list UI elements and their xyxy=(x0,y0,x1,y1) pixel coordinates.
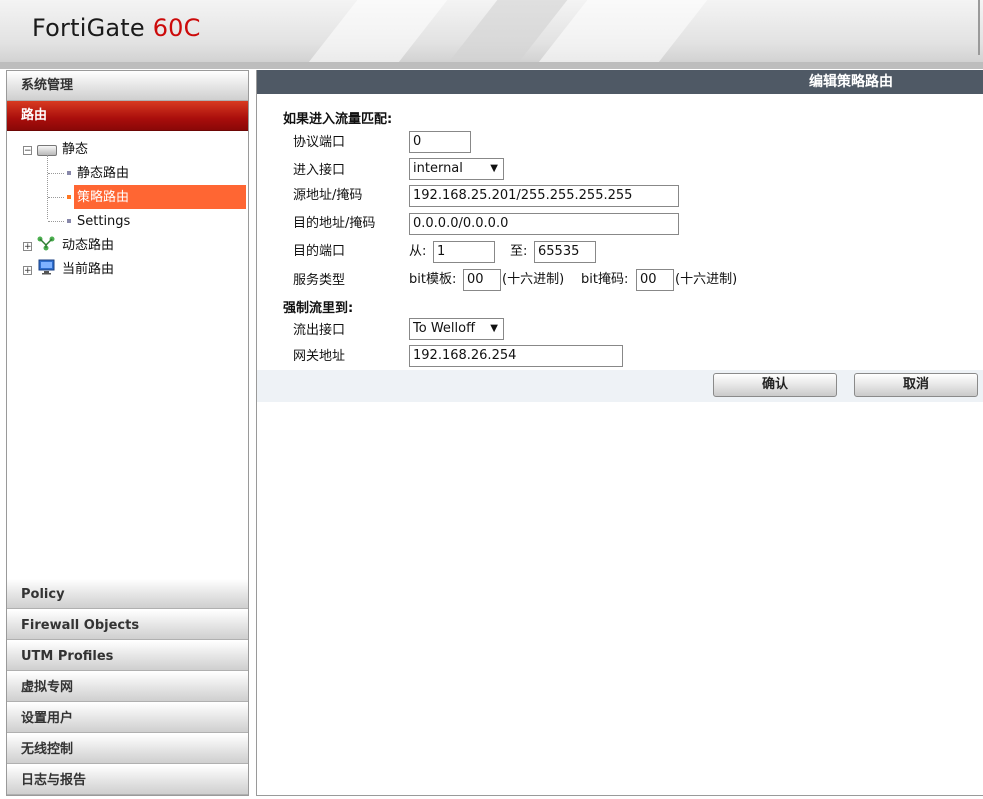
bit-pattern-input[interactable]: 00 xyxy=(463,269,501,291)
main-panel: 编辑策略路由 如果进入流量匹配: 协议端口 0 进入接口 internal ▼ … xyxy=(256,70,983,796)
ok-button[interactable]: 确认 xyxy=(713,373,837,397)
cancel-button[interactable]: 取消 xyxy=(854,373,978,397)
tree-node-dynamic-route[interactable]: 动态路由 xyxy=(62,236,114,256)
force-section-heading: 强制流里到: xyxy=(283,301,354,316)
brand-name: FortiGate xyxy=(32,14,153,42)
hex-hint-label: (十六进制) xyxy=(502,272,565,287)
sidebar-section-wireless[interactable]: 无线控制 xyxy=(7,733,248,764)
tree-line xyxy=(48,221,64,222)
expand-icon[interactable]: + xyxy=(23,242,32,252)
outgoing-interface-select[interactable]: To Welloff ▼ xyxy=(409,318,504,340)
destination-port-label: 目的端口 xyxy=(293,244,346,259)
panel-title: 编辑策略路由 xyxy=(257,70,983,94)
sidebar-section-log-report[interactable]: 日志与报告 xyxy=(7,764,248,795)
tree-line xyxy=(48,197,64,198)
port-from-input[interactable]: 1 xyxy=(433,241,495,263)
incoming-interface-label: 进入接口 xyxy=(293,163,346,178)
collapse-icon[interactable]: − xyxy=(23,146,32,156)
outgoing-interface-label: 流出接口 xyxy=(293,323,346,338)
dynamic-route-icon xyxy=(37,235,55,251)
top-banner: FortiGate 60C xyxy=(0,0,983,63)
port-to-input[interactable]: 65535 xyxy=(534,241,596,263)
tree-node-static[interactable]: 静态 xyxy=(62,140,88,160)
sidebar-section-user[interactable]: 设置用户 xyxy=(7,702,248,733)
sidebar-section-policy[interactable]: Policy xyxy=(7,578,248,609)
protocol-label: 协议端口 xyxy=(293,135,346,150)
banner-edge xyxy=(978,0,980,55)
match-section-heading: 如果进入流量匹配: xyxy=(283,112,393,127)
outgoing-interface-value: To Welloff xyxy=(413,321,476,336)
tree-item-static-route[interactable]: 静态路由 xyxy=(77,164,129,184)
tree-line xyxy=(48,173,64,174)
incoming-interface-select[interactable]: internal ▼ xyxy=(409,158,504,180)
incoming-interface-value: internal xyxy=(413,161,463,176)
port-to-label: 至: xyxy=(510,244,528,259)
sidebar-section-system[interactable]: 系统管理 xyxy=(7,71,248,101)
bit-mask-label: bit掩码: xyxy=(581,272,629,287)
monitor-icon xyxy=(38,259,55,275)
tos-label: 服务类型 xyxy=(293,273,346,288)
sidebar-section-utm-profiles[interactable]: UTM Profiles xyxy=(7,640,248,671)
source-address-label: 源地址/掩码 xyxy=(293,188,363,203)
dropdown-arrow-icon: ▼ xyxy=(490,323,498,334)
expand-icon[interactable]: + xyxy=(23,266,32,276)
button-bar: 确认 取消 xyxy=(257,370,983,402)
bullet-icon xyxy=(67,171,71,175)
tree-node-current-route[interactable]: 当前路由 xyxy=(62,260,114,280)
protocol-input[interactable]: 0 xyxy=(409,131,471,153)
gateway-label: 网关地址 xyxy=(293,349,346,364)
bullet-icon xyxy=(67,219,71,223)
sidebar-section-firewall-objects[interactable]: Firewall Objects xyxy=(7,609,248,640)
product-logo: FortiGate 60C xyxy=(32,14,201,42)
sidebar-section-vpn[interactable]: 虚拟专网 xyxy=(7,671,248,702)
header-separator xyxy=(0,62,983,69)
brand-model: 60C xyxy=(152,14,201,42)
source-address-input[interactable]: 192.168.25.201/255.255.255.255 xyxy=(409,185,679,207)
port-from-label: 从: xyxy=(409,244,427,259)
sidebar: 系统管理 路由 − 静态 静态路由 策略路由 Settings + 动态路由 +… xyxy=(6,70,249,796)
hex-hint-label: (十六进制) xyxy=(675,272,738,287)
bit-pattern-label: bit模板: xyxy=(409,272,457,287)
sidebar-section-router[interactable]: 路由 xyxy=(7,101,248,131)
tree-item-settings[interactable]: Settings xyxy=(77,212,130,232)
bit-mask-input[interactable]: 00 xyxy=(636,269,674,291)
tree-line xyxy=(47,155,48,219)
destination-address-label: 目的地址/掩码 xyxy=(293,216,376,231)
router-tree: − 静态 静态路由 策略路由 Settings + 动态路由 + 当前路由 xyxy=(7,131,248,575)
gateway-input[interactable]: 192.168.26.254 xyxy=(409,345,623,367)
banner-decor xyxy=(294,0,456,62)
bullet-icon xyxy=(67,195,71,199)
sidebar-bottom-sections: Policy Firewall Objects UTM Profiles 虚拟专… xyxy=(7,578,248,795)
dropdown-arrow-icon: ▼ xyxy=(490,163,498,174)
destination-address-input[interactable]: 0.0.0.0/0.0.0.0 xyxy=(409,213,679,235)
tree-item-policy-route[interactable]: 策略路由 xyxy=(77,188,129,208)
